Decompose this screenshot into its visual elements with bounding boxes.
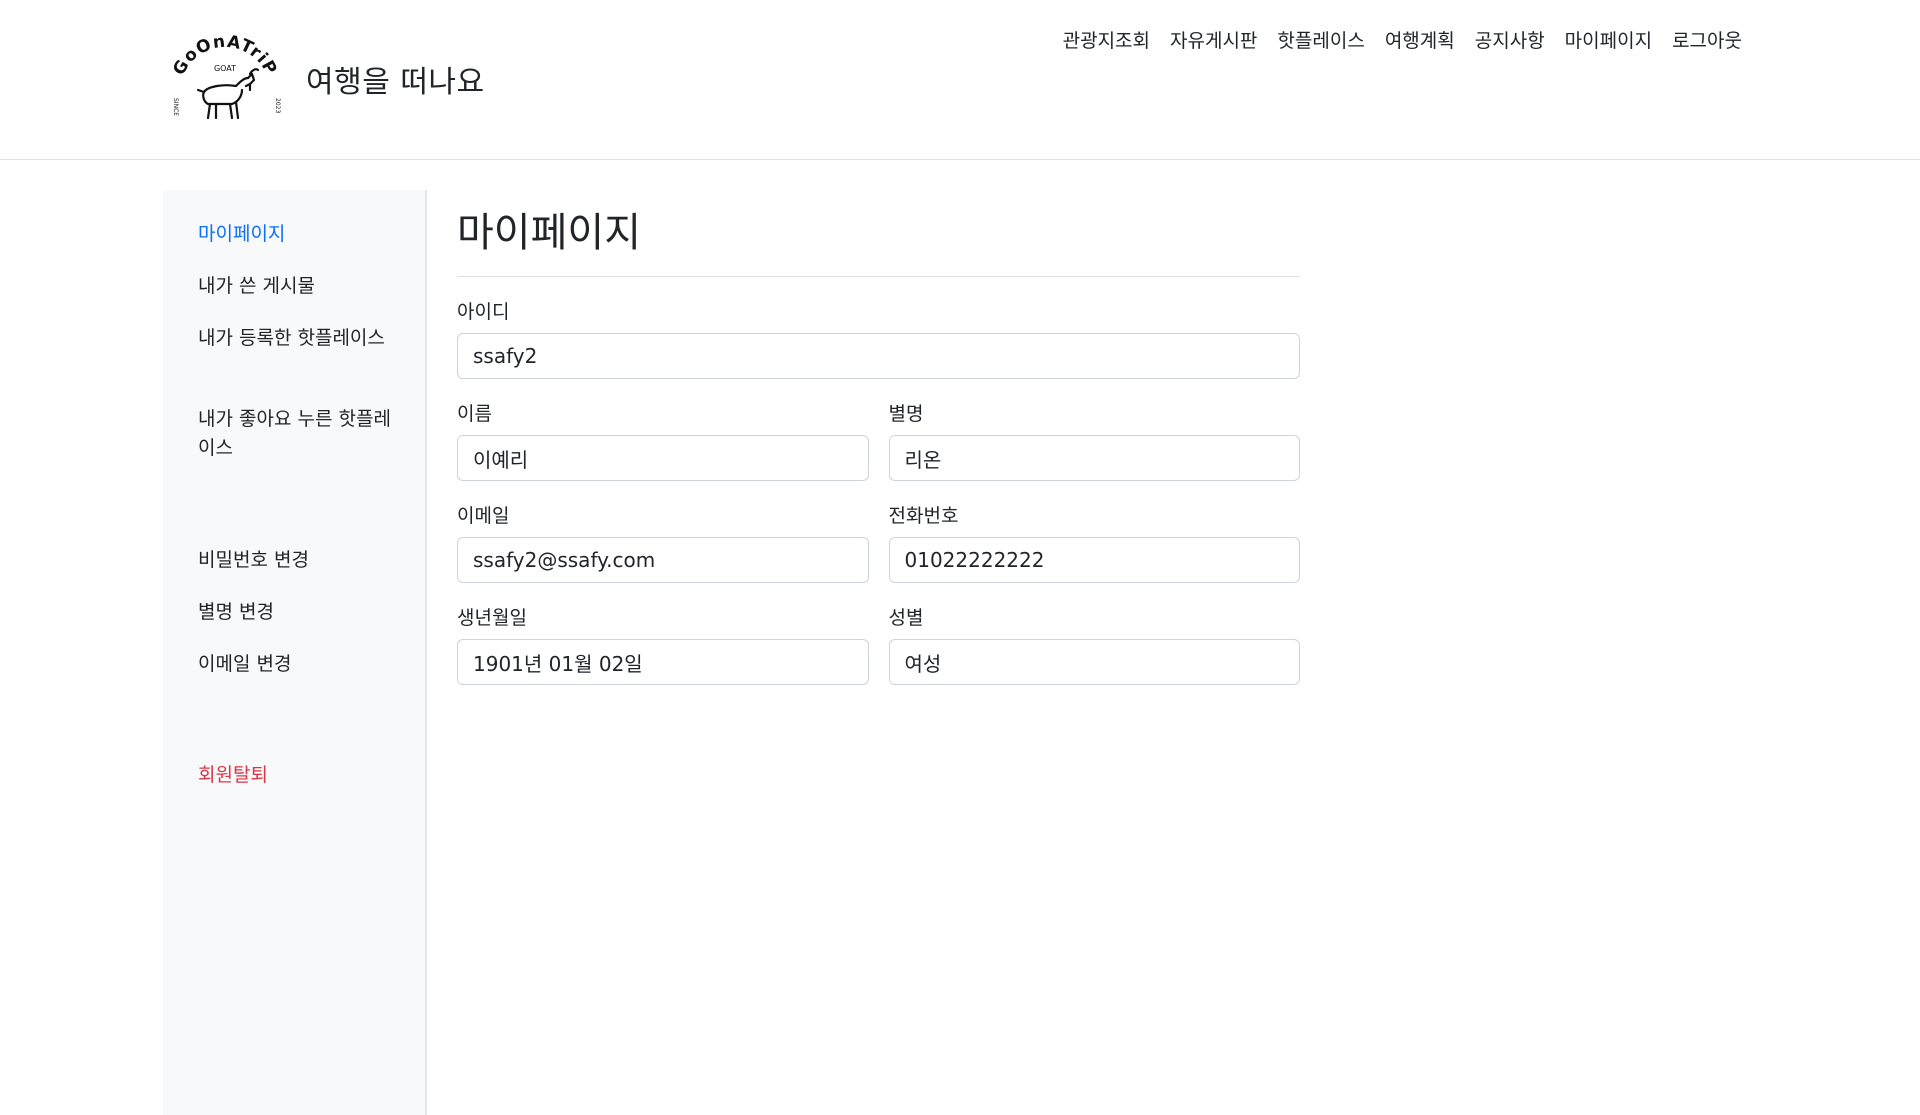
nav-free-board[interactable]: 자유게시판: [1170, 26, 1257, 53]
nav-trip-plan[interactable]: 여행계획: [1385, 26, 1455, 53]
email-label: 이메일: [457, 505, 510, 527]
nav-logout[interactable]: 로그아웃: [1672, 26, 1742, 53]
sidebar-item-liked-hotplaces[interactable]: 내가 좋아요 누른 핫플레이스: [198, 405, 398, 463]
birth-input[interactable]: [457, 639, 869, 685]
sidebar-item-change-email[interactable]: 이메일 변경: [198, 650, 398, 679]
phone-field-group: 전화번호: [888, 481, 1300, 583]
page-title: 마이페이지: [457, 190, 1300, 277]
id-field-group: 아이디: [457, 297, 1300, 379]
name-field-group: 이름: [457, 379, 869, 481]
logo-small-text: GOAT: [214, 64, 236, 73]
logo-right-mark: 2023: [274, 98, 281, 113]
gender-label: 성별: [888, 607, 924, 629]
goat-figure: [196, 68, 260, 120]
nav-hotplace[interactable]: 핫플레이스: [1277, 26, 1364, 53]
name-input[interactable]: [457, 435, 869, 481]
id-label: 아이디: [457, 301, 510, 323]
name-label: 이름: [457, 403, 492, 425]
sidebar-item-my-hotplaces[interactable]: 내가 등록한 핫플레이스: [198, 324, 398, 353]
site-header: GoOnATriP GOAT SINCE 2023 여행을 떠나요 관광지조회: [0, 0, 1920, 160]
id-input[interactable]: [457, 333, 1300, 379]
birth-field-group: 생년월일: [457, 583, 869, 685]
sidebar-item-my-posts[interactable]: 내가 쓴 게시물: [198, 272, 398, 301]
top-nav: 관광지조회 자유게시판 핫플레이스 여행계획 공지사항 마이페이지 로그아웃: [1063, 26, 1742, 53]
nav-mypage[interactable]: 마이페이지: [1565, 26, 1652, 53]
brand-title: 여행을 떠나요: [306, 65, 485, 100]
name-nickname-row: 이름 별명: [457, 379, 1300, 481]
nav-notice[interactable]: 공지사항: [1475, 26, 1545, 53]
phone-label: 전화번호: [888, 505, 959, 527]
email-phone-row: 이메일 전화번호: [457, 481, 1300, 583]
main-content: 마이페이지 아이디 이름 별명 이메일 전화번호 생년월일 성별: [457, 190, 1300, 685]
sidebar-item-mypage[interactable]: 마이페이지: [198, 220, 398, 249]
sidebar-item-withdraw[interactable]: 회원탈퇴: [198, 761, 398, 790]
nav-attractions[interactable]: 관광지조회: [1063, 26, 1150, 53]
email-field-group: 이메일: [457, 481, 869, 583]
gender-field-group: 성별: [888, 583, 1300, 685]
sidebar-item-change-password[interactable]: 비밀번호 변경: [198, 546, 398, 575]
sidebar-item-change-nickname[interactable]: 별명 변경: [198, 598, 398, 627]
brand-home-link[interactable]: GoOnATriP GOAT SINCE 2023 여행을 떠나요: [166, 34, 485, 124]
email-input[interactable]: [457, 537, 869, 583]
birth-gender-row: 생년월일 성별: [457, 583, 1300, 685]
birth-label: 생년월일: [457, 607, 527, 629]
phone-input[interactable]: [888, 537, 1300, 583]
gender-input[interactable]: [888, 639, 1300, 685]
nickname-label: 별명: [888, 403, 924, 425]
nickname-field-group: 별명: [888, 379, 1300, 481]
goat-logo-icon: GoOnATriP GOAT SINCE 2023: [169, 34, 281, 120]
nickname-input[interactable]: [888, 435, 1300, 481]
sidebar: 마이페이지 내가 쓴 게시물 내가 등록한 핫플레이스 내가 좋아요 누른 핫플…: [163, 190, 427, 1115]
logo-left-mark: SINCE: [172, 98, 179, 116]
